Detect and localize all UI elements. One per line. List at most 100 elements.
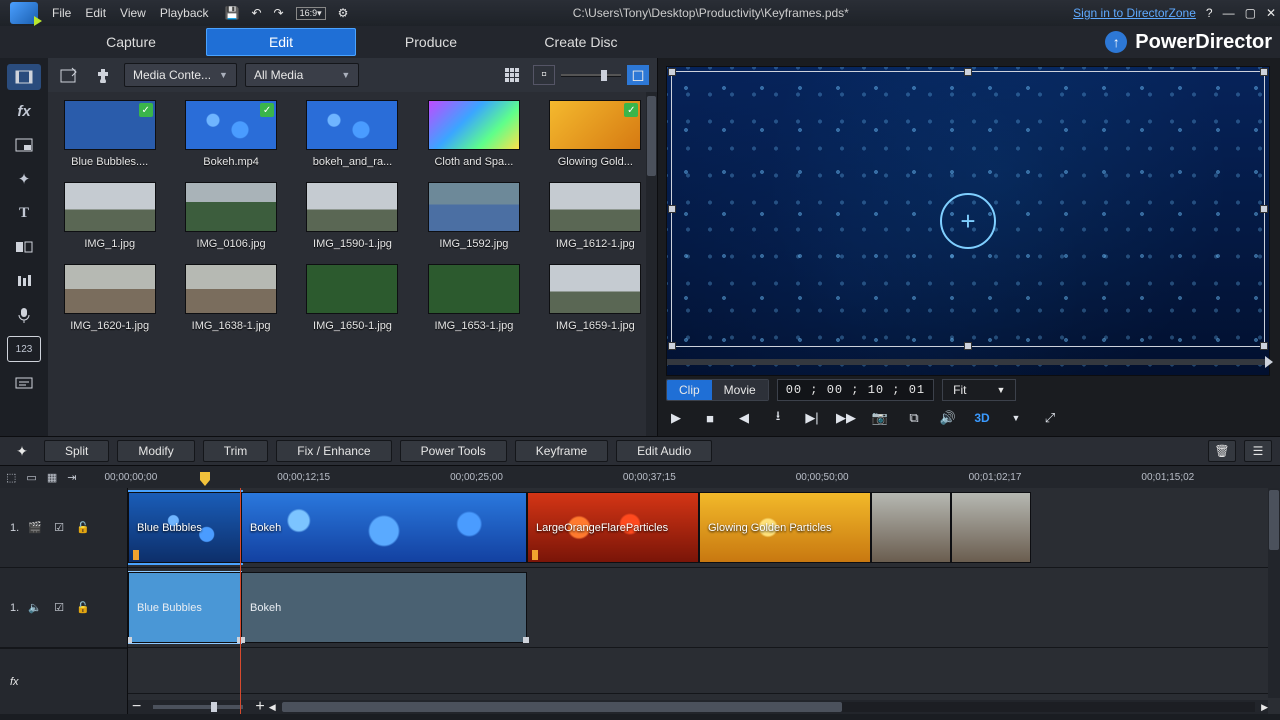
timeline-hscroll[interactable]	[282, 702, 1255, 712]
next-frame-icon[interactable]: ▶|	[802, 408, 822, 428]
track-manager-icon[interactable]: ⬚	[6, 469, 16, 485]
save-icon[interactable]: 💾	[225, 6, 240, 20]
timeline-clip[interactable]	[871, 492, 951, 563]
library-scrollbar[interactable]: ▲▼	[646, 92, 657, 436]
media-thumbnail[interactable]: IMG_1650-1.jpg	[301, 264, 404, 332]
visibility-icon[interactable]: ☑	[51, 521, 67, 535]
play-icon[interactable]: ▶	[666, 408, 686, 428]
preview-mode-toggle[interactable]: Clip Movie	[666, 379, 769, 401]
thumbnail-size-slider[interactable]: ▫ ◻	[533, 65, 649, 85]
media-thumbnail[interactable]: IMG_1612-1.jpg	[544, 182, 647, 250]
upload-icon[interactable]: ↑	[1105, 31, 1127, 53]
mode-capture[interactable]: Capture	[56, 28, 206, 56]
playhead-marker[interactable]	[198, 472, 212, 486]
grid-view-icon[interactable]	[499, 63, 525, 87]
preview-seekbar[interactable]	[667, 359, 1269, 365]
prev-frame-icon[interactable]: ◀	[734, 408, 754, 428]
menu-file[interactable]: File	[52, 6, 71, 20]
timecode-display[interactable]: 00 ; 00 ; 10 ; 01	[777, 379, 934, 401]
3d-dropdown-icon[interactable]: ▼	[1006, 408, 1026, 428]
room-media-icon[interactable]	[7, 64, 41, 90]
stop-icon[interactable]: ■	[700, 408, 720, 428]
redo-icon[interactable]: ↷	[274, 6, 284, 20]
media-thumbnail[interactable]: IMG_1.jpg	[58, 182, 161, 250]
menu-edit[interactable]: Edit	[85, 6, 106, 20]
settings-icon[interactable]: ⚙	[338, 6, 349, 20]
dual-preview-icon[interactable]: ⧉	[904, 408, 924, 428]
video-track[interactable]: Blue BubblesBokehLargeOrangeFlareParticl…	[128, 488, 1280, 568]
room-title-icon[interactable]: T	[7, 200, 41, 226]
aspect-icon[interactable]: 16:9▾	[296, 7, 326, 20]
media-thumbnail[interactable]: bokeh_and_ra...	[301, 100, 404, 168]
trim-button[interactable]: Trim	[203, 440, 269, 462]
preview-viewport[interactable]: +	[666, 66, 1270, 376]
media-thumbnail[interactable]: IMG_1659-1.jpg	[544, 264, 647, 332]
step-back-icon[interactable]: ⭳	[768, 408, 788, 428]
keyframe-button[interactable]: Keyframe	[515, 440, 608, 462]
media-thumbnail[interactable]: IMG_0106.jpg	[179, 182, 282, 250]
mode-create-disc[interactable]: Create Disc	[506, 28, 656, 56]
media-thumbnail[interactable]: IMG_1620-1.jpg	[58, 264, 161, 332]
media-thumbnail[interactable]: IMG_1638-1.jpg	[179, 264, 282, 332]
thumb-small-icon[interactable]: ▫	[533, 65, 555, 85]
more-tools-icon[interactable]: ☰	[1244, 440, 1272, 462]
lock-icon[interactable]: 🔓	[75, 521, 91, 535]
room-chapter-icon[interactable]: 123	[7, 336, 41, 362]
library-filter-dropdown[interactable]: All Media▼	[245, 63, 359, 87]
library-category-dropdown[interactable]: Media Conte...▼	[124, 63, 237, 87]
zoom-out-icon[interactable]: −	[128, 698, 145, 716]
media-thumbnail[interactable]: Cloth and Spa...	[422, 100, 525, 168]
room-transition-icon[interactable]	[7, 234, 41, 260]
thumb-large-icon[interactable]: ◻	[627, 65, 649, 85]
plugin-icon[interactable]	[90, 63, 116, 87]
menu-playback[interactable]: Playback	[160, 6, 209, 20]
timeline-audio-clip[interactable]: Blue Bubbles	[128, 572, 241, 643]
volume-icon[interactable]: 🔊	[938, 408, 958, 428]
mode-edit[interactable]: Edit	[206, 28, 356, 56]
undo-icon[interactable]: ↶	[251, 6, 261, 20]
audio-track[interactable]: Blue BubblesBokeh	[128, 568, 1280, 648]
link-icon[interactable]: ⇥	[67, 469, 76, 485]
media-thumbnail[interactable]: IMG_1592.jpg	[422, 182, 525, 250]
fx-track[interactable]	[128, 648, 1280, 694]
media-thumbnail[interactable]: IMG_1590-1.jpg	[301, 182, 404, 250]
media-thumbnail[interactable]: ✓Bokeh.mp4	[179, 100, 282, 168]
timeline-clip[interactable]: Bokeh	[241, 492, 527, 563]
room-fx-icon[interactable]: fx	[7, 98, 41, 124]
keyframe-marker[interactable]	[532, 550, 538, 560]
edit-audio-button[interactable]: Edit Audio	[616, 440, 712, 462]
playhead-line[interactable]	[240, 488, 241, 714]
menu-view[interactable]: View	[120, 6, 146, 20]
room-pip-icon[interactable]	[7, 132, 41, 158]
timeline-clip[interactable]: LargeOrangeFlareParticles	[527, 492, 699, 563]
media-thumbnail[interactable]: ✓Glowing Gold...	[544, 100, 647, 168]
snapshot-icon[interactable]: 📷	[870, 408, 890, 428]
lock-icon[interactable]: 🔓	[75, 601, 91, 615]
zoom-in-icon[interactable]: +	[251, 698, 268, 716]
magic-tools-icon[interactable]: ✦	[8, 443, 36, 460]
import-icon[interactable]	[56, 63, 82, 87]
audio-track-header[interactable]: 1. 🔈 ☑ 🔓	[0, 568, 127, 648]
3d-toggle[interactable]: 3D	[972, 408, 992, 428]
media-thumbnail[interactable]: ✓Blue Bubbles....	[58, 100, 161, 168]
close-button[interactable]: ✕	[1266, 6, 1276, 20]
undock-icon[interactable]: ⤢	[1040, 408, 1060, 428]
zoom-slider[interactable]	[153, 705, 243, 709]
room-particle-icon[interactable]: ✦	[7, 166, 41, 192]
delete-icon[interactable]: 🗑	[1208, 440, 1236, 462]
help-icon[interactable]: ?	[1206, 6, 1213, 20]
fix-enhance-button[interactable]: Fix / Enhance	[276, 440, 391, 462]
movie-view-icon[interactable]: ▭	[26, 469, 36, 485]
timeline-clip[interactable]: Blue Bubbles	[128, 492, 241, 563]
modify-button[interactable]: Modify	[117, 440, 194, 462]
room-subtitle-icon[interactable]	[7, 370, 41, 396]
signin-link[interactable]: Sign in to DirectorZone	[1073, 6, 1196, 20]
visibility-icon[interactable]: ☑	[51, 601, 67, 615]
room-voiceover-icon[interactable]	[7, 302, 41, 328]
timeline-clip[interactable]: Glowing Golden Particles	[699, 492, 871, 563]
split-button[interactable]: Split	[44, 440, 109, 462]
timeline-audio-clip[interactable]: Bokeh	[241, 572, 527, 643]
timeline-vscroll[interactable]	[1268, 488, 1280, 698]
hscroll-left-icon[interactable]: ◀	[269, 702, 276, 713]
maximize-button[interactable]: ▢	[1245, 6, 1256, 20]
